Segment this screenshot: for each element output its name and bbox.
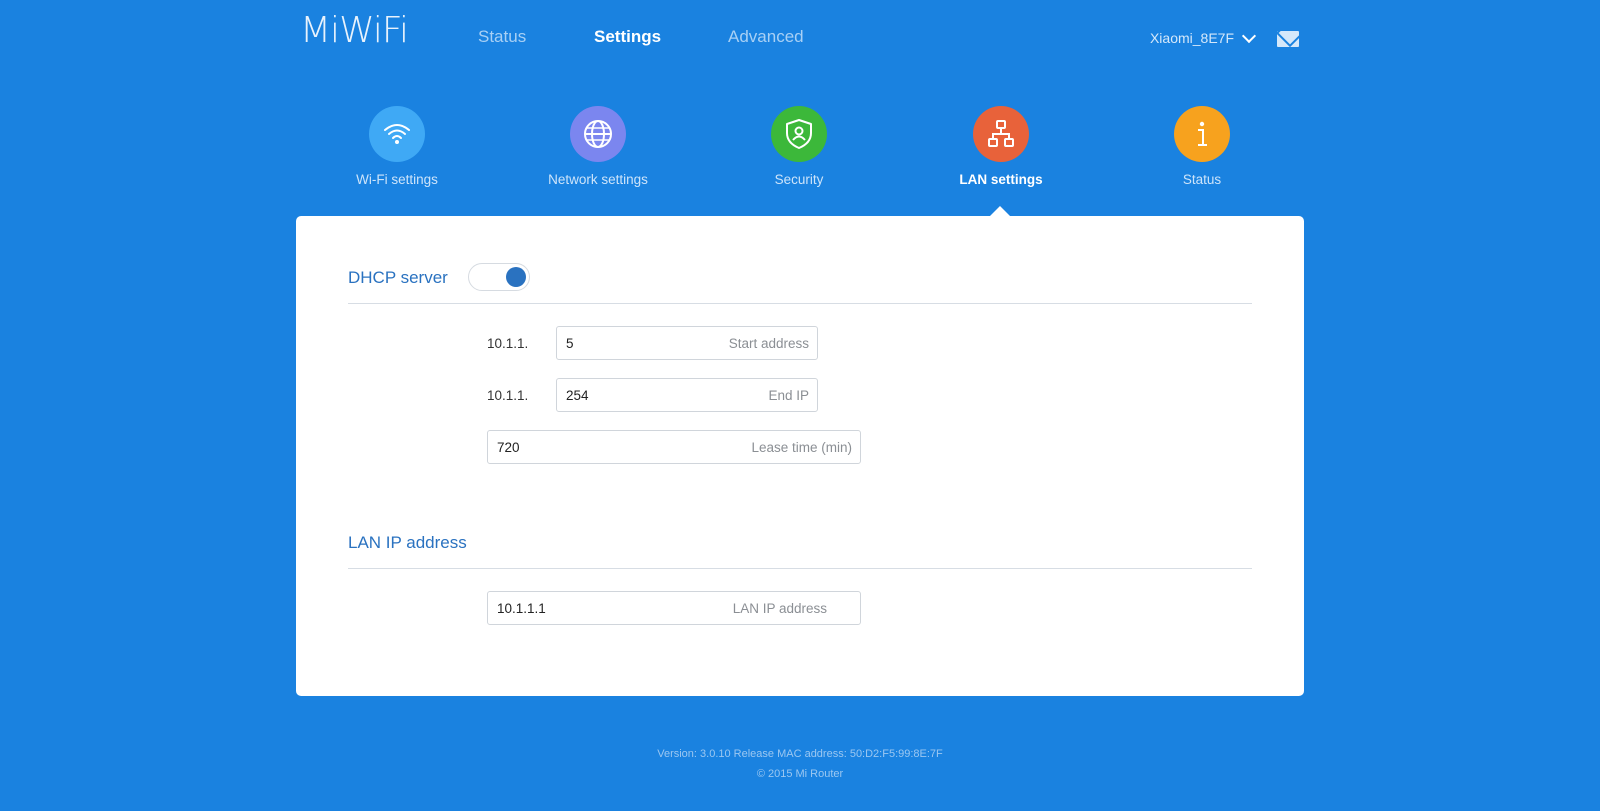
info-icon	[1174, 106, 1230, 162]
end-ip-value: 254	[566, 388, 589, 403]
device-selector[interactable]: Xiaomi_8E7F	[1149, 28, 1257, 46]
category-label: Security	[774, 172, 824, 187]
start-address-placeholder: Start address	[728, 336, 809, 351]
chevron-down-icon	[1241, 28, 1257, 43]
start-address-field[interactable]: 5 Start address	[556, 326, 818, 360]
category-status[interactable]: Status	[1122, 106, 1282, 187]
miwifi-logo: MiWiFi	[300, 10, 409, 51]
mail-icon[interactable]	[1277, 31, 1299, 47]
category-label: Status	[1182, 172, 1222, 187]
lan-ip-value: 10.1.1.1	[497, 601, 546, 616]
category-label: Network settings	[548, 172, 648, 187]
footer-version: Version: 3.0.10 Release MAC address: 50:…	[657, 748, 943, 760]
dhcp-section-title: DHCP server	[348, 268, 448, 287]
category-network-settings[interactable]: Network settings	[518, 106, 678, 187]
start-address-value: 5	[566, 336, 574, 351]
lease-time-field[interactable]: 720 Lease time (min)	[487, 430, 861, 464]
end-ip-prefix: 10.1.1.	[487, 388, 529, 403]
lan-settings-panel: DHCP server 10.1.1. 5 Start address 10.1…	[296, 216, 1304, 696]
start-ip-prefix: 10.1.1.	[487, 336, 529, 351]
shield-icon	[771, 106, 827, 162]
network-tree-icon	[973, 106, 1029, 162]
end-ip-placeholder: End IP	[768, 388, 809, 403]
device-name: Xiaomi_8E7F	[1149, 30, 1234, 46]
category-wifi-settings[interactable]: Wi-Fi settings	[317, 106, 477, 187]
divider	[348, 568, 1252, 569]
category-security[interactable]: Security	[719, 106, 879, 187]
nav-status[interactable]: Status	[478, 27, 526, 47]
lease-time-value: 720	[497, 440, 520, 455]
active-tab-pointer	[990, 206, 1010, 216]
lan-ip-placeholder: LAN IP address	[732, 601, 827, 616]
category-lan-settings[interactable]: LAN settings	[921, 106, 1081, 187]
lan-ip-section-title: LAN IP address	[348, 533, 467, 552]
dhcp-toggle[interactable]	[468, 263, 530, 291]
footer-copyright: © 2015 Mi Router	[756, 768, 844, 780]
toggle-knob	[506, 267, 526, 287]
divider	[348, 303, 1252, 304]
end-ip-field[interactable]: 254 End IP	[556, 378, 818, 412]
globe-icon	[570, 106, 626, 162]
category-label: Wi-Fi settings	[356, 172, 438, 187]
nav-advanced[interactable]: Advanced	[728, 27, 804, 47]
lease-time-placeholder: Lease time (min)	[751, 440, 852, 455]
category-label: LAN settings	[959, 172, 1043, 187]
lan-ip-field[interactable]: 10.1.1.1 LAN IP address	[487, 591, 861, 625]
nav-settings[interactable]: Settings	[594, 27, 661, 47]
wifi-icon	[369, 106, 425, 162]
